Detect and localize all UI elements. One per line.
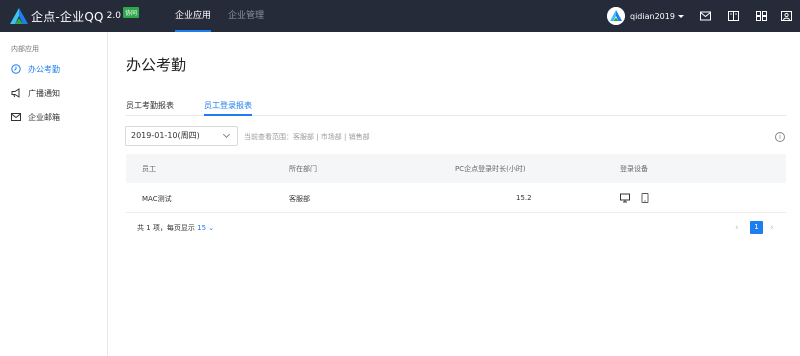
clock-icon [11, 64, 21, 74]
logo-icon [10, 8, 28, 24]
chevron-down-icon [677, 14, 684, 18]
user-menu[interactable]: qidian2019 [607, 7, 684, 25]
cell-duration: 15.2 [516, 194, 532, 202]
avatar-logo-icon [607, 7, 625, 25]
tablet-icon [641, 193, 649, 203]
logo-text: 企点-企业QQ [31, 9, 104, 24]
logo-badge: 协同 [122, 6, 139, 18]
page-size-value: 15 [197, 224, 207, 232]
report-tabs: 员工考勤报表 员工登录报表 [126, 97, 786, 116]
sidebar-item-label: 办公考勤 [28, 64, 60, 74]
desktop-icon [620, 193, 630, 203]
mail-icon[interactable] [700, 11, 711, 21]
user-profile-icon[interactable] [781, 11, 792, 21]
sidebar-item-broadcast[interactable]: 广播通知 [11, 86, 60, 100]
cell-department: 客服部 [289, 195, 310, 203]
pagination-page[interactable]: 1 [750, 221, 763, 234]
sidebar-item-label: 企业邮箱 [28, 112, 60, 122]
table-header: 员工 所在部门 PC企点登录时长(小时) 登录设备 [126, 154, 786, 183]
sidebar-item-label: 广播通知 [28, 88, 60, 98]
avatar [607, 7, 625, 25]
mail-icon [11, 113, 21, 121]
column-header-duration: PC企点登录时长(小时) [455, 165, 526, 173]
page-title: 办公考勤 [126, 56, 187, 74]
book-icon[interactable] [728, 11, 739, 21]
total-text: 共 1 项，每页显示 [137, 224, 195, 232]
scope-text: 当前查看范围：客服部 | 市场部 | 销售部 [244, 133, 370, 141]
nav-enterprise-apps[interactable]: 企业应用 [167, 0, 219, 32]
tab-attendance-report[interactable]: 员工考勤报表 [126, 100, 174, 116]
column-header-department: 所在部门 [289, 165, 317, 173]
date-picker[interactable]: 2019-01-10(周四) [125, 126, 238, 146]
info-icon[interactable]: i [775, 132, 785, 142]
nav-enterprise-management[interactable]: 企业管理 [220, 0, 272, 32]
username: qidian2019 [630, 11, 675, 21]
sidebar: 内部应用 办公考勤 广播通知 企业邮箱 [0, 32, 108, 356]
top-bar: 企点-企业QQ 2.0 协同 企业应用 企业管理 qidian2019 [0, 0, 800, 32]
megaphone-icon [11, 88, 20, 98]
pagination-next-icon[interactable]: › [770, 223, 774, 233]
logo-version: 2.0 [106, 11, 121, 21]
cell-employee: MAC测试 [142, 195, 172, 203]
column-header-employee: 员工 [142, 165, 156, 173]
pagination-prev-icon[interactable]: ‹ [735, 223, 739, 233]
table-row: MAC测试 客服部 15.2 [126, 183, 786, 213]
app-logo[interactable]: 企点-企业QQ 2.0 协同 [10, 6, 139, 25]
sidebar-item-mail[interactable]: 企业邮箱 [11, 110, 60, 124]
top-nav: 企业应用 企业管理 [167, 0, 272, 32]
column-header-devices: 登录设备 [620, 165, 648, 173]
tab-login-report[interactable]: 员工登录报表 [204, 100, 252, 116]
date-value: 2019-01-10(周四) [131, 131, 200, 140]
page-size-select[interactable]: 15 ⌄ [197, 224, 214, 232]
total-count: 共 1 项，每页显示 15 ⌄ [137, 223, 214, 233]
sidebar-title: 内部应用 [11, 45, 39, 53]
chevron-down-icon [222, 130, 231, 139]
apps-grid-icon[interactable] [756, 11, 767, 21]
sidebar-item-attendance[interactable]: 办公考勤 [11, 62, 60, 76]
